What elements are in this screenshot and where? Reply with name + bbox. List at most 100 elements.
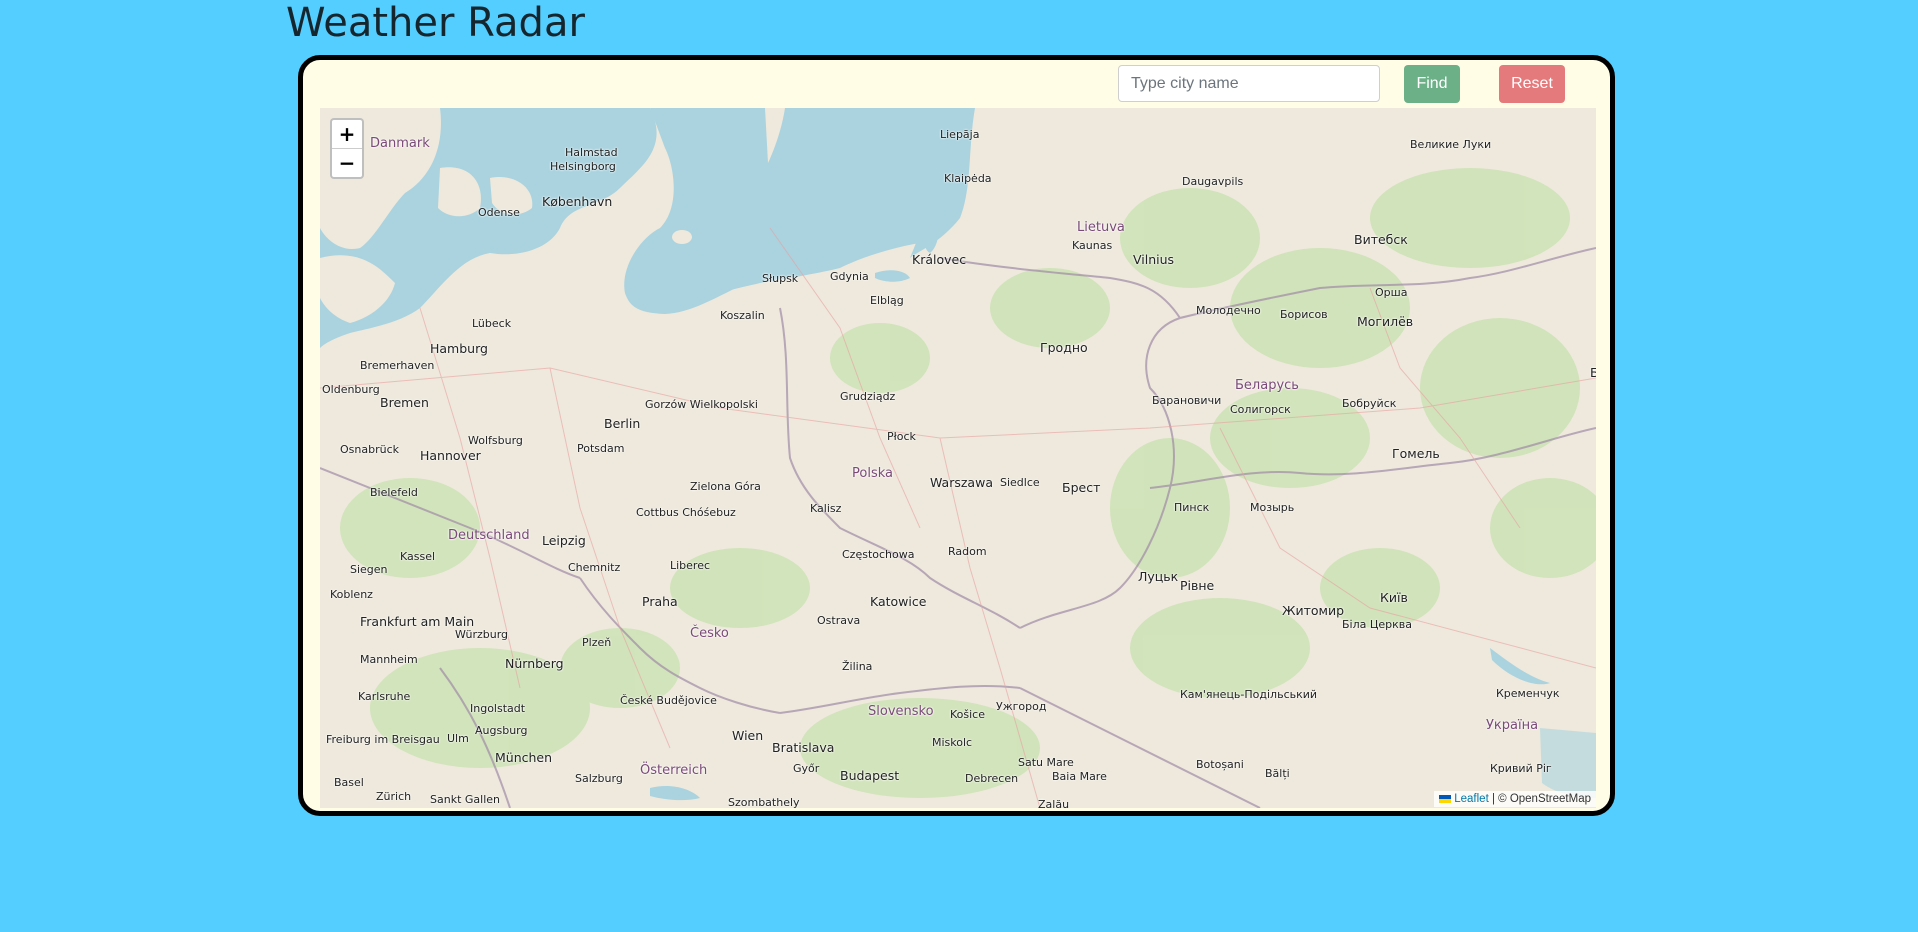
map-label: Mannheim bbox=[360, 653, 418, 666]
map-label: Nürnberg bbox=[505, 656, 564, 671]
map-label: Україна bbox=[1486, 718, 1539, 733]
map-label: Ulm bbox=[447, 732, 469, 745]
map-label: Ужгород bbox=[996, 700, 1047, 713]
map-label: Луцьк bbox=[1138, 569, 1179, 584]
map-label: Пинск bbox=[1174, 501, 1210, 514]
map-label: Koszalin bbox=[720, 309, 765, 322]
map-label: Vilnius bbox=[1133, 252, 1175, 267]
map-label: Koblenz bbox=[330, 588, 373, 601]
map-label: Zürich bbox=[376, 790, 412, 803]
map-label: Freiburg im Breisgau bbox=[326, 733, 440, 746]
map-label: Österreich bbox=[640, 763, 708, 778]
map-label: Hannover bbox=[420, 448, 481, 463]
map-label: Lietuva bbox=[1077, 220, 1125, 235]
map-label: Daugavpils bbox=[1182, 175, 1244, 188]
map-view[interactable]: Danmark Halmstad Helsingborg København Odens… bbox=[320, 108, 1596, 808]
map-label: Frankfurt am Main bbox=[360, 614, 475, 629]
map-label: Osnabrück bbox=[340, 443, 399, 456]
map-label: Київ bbox=[1380, 590, 1408, 605]
map-label: Bremerhaven bbox=[360, 359, 435, 372]
map-label: Královec bbox=[912, 252, 967, 267]
map-label: Zalău bbox=[1038, 798, 1070, 808]
find-button[interactable]: Find bbox=[1404, 65, 1460, 103]
map-label: Siedlce bbox=[1000, 476, 1040, 489]
map-label: Великие Луки bbox=[1410, 138, 1492, 151]
map-label: Grudziądz bbox=[840, 390, 896, 403]
map-label: Chemnitz bbox=[568, 561, 621, 574]
map-label: Warszawa bbox=[930, 475, 993, 490]
map-label: Kalisz bbox=[810, 502, 842, 515]
map-label: Odense bbox=[478, 206, 520, 219]
zoom-control: + − bbox=[330, 118, 364, 179]
map-label: Могилёв bbox=[1357, 314, 1414, 329]
map-label: Plzeň bbox=[582, 636, 612, 649]
map-label: Leipzig bbox=[542, 533, 586, 548]
openstreetmap-link[interactable]: OpenStreetMap bbox=[1510, 793, 1591, 805]
map-label: Halmstad bbox=[565, 146, 618, 159]
map-label: Basel bbox=[334, 776, 364, 789]
map-label: Bratislava bbox=[772, 740, 835, 755]
map-label: Würzburg bbox=[455, 628, 509, 641]
map-label: Гомель bbox=[1392, 446, 1440, 461]
map-attribution: Leaflet | © OpenStreetMap bbox=[1434, 791, 1596, 807]
map-label: Орша bbox=[1375, 286, 1408, 299]
map-label: Cottbus Chóśebuz bbox=[636, 506, 736, 519]
map-label: Витебск bbox=[1354, 232, 1408, 247]
map-label: Bremen bbox=[380, 395, 429, 410]
city-search-input[interactable] bbox=[1118, 65, 1380, 102]
map-label: České Budějovice bbox=[620, 694, 717, 707]
map-label: Кременчук bbox=[1496, 687, 1560, 700]
map-label: Bălți bbox=[1265, 767, 1290, 780]
map-label: Барановичи bbox=[1152, 394, 1222, 407]
map-label: Miskolc bbox=[932, 736, 973, 749]
page-title: Weather Radar bbox=[286, 0, 585, 46]
map-label: Botoșani bbox=[1196, 758, 1244, 771]
map-label: Praha bbox=[642, 594, 678, 609]
map-label: Гродно bbox=[1040, 340, 1088, 355]
map-label: Płock bbox=[887, 430, 916, 443]
map-label: Wolfsburg bbox=[468, 434, 523, 447]
map-label: Рівне bbox=[1180, 578, 1215, 593]
map-label: Augsburg bbox=[475, 724, 528, 737]
map-label: Кривий Ріг bbox=[1490, 762, 1552, 775]
map-label: Baia Mare bbox=[1052, 770, 1107, 783]
map-label: Біла Церква bbox=[1342, 618, 1413, 631]
map-label: Sankt Gallen bbox=[430, 793, 500, 806]
map-label: Salzburg bbox=[575, 772, 623, 785]
map-label: München bbox=[495, 750, 553, 765]
reset-button[interactable]: Reset bbox=[1499, 65, 1565, 103]
map-label: Lübeck bbox=[472, 317, 512, 330]
map-label: Žilina bbox=[842, 660, 873, 673]
map-label: Бобруйск bbox=[1342, 397, 1397, 410]
map-label: Elbląg bbox=[870, 294, 904, 307]
leaflet-link[interactable]: Leaflet bbox=[1454, 793, 1489, 805]
map-label: Liberec bbox=[670, 559, 711, 572]
map-label: Siegen bbox=[350, 563, 388, 576]
map-label: Kassel bbox=[400, 550, 436, 563]
map-label: Солигорск bbox=[1230, 403, 1291, 416]
map-label: Radom bbox=[948, 545, 987, 558]
map-label: Helsingborg bbox=[550, 160, 616, 173]
map-label: Győr bbox=[793, 762, 820, 775]
map-label: Брест bbox=[1062, 480, 1101, 495]
map-label: Danmark bbox=[370, 136, 430, 151]
map-label: Ingolstadt bbox=[470, 702, 526, 715]
map-label: Deutschland bbox=[448, 528, 530, 543]
map-label: Slovensko bbox=[868, 704, 934, 719]
map-label: Szombathely bbox=[728, 796, 800, 808]
map-label: Wien bbox=[732, 728, 764, 743]
map-label: Кам'янець-Подільський bbox=[1180, 688, 1318, 701]
zoom-out-button[interactable]: − bbox=[332, 149, 362, 177]
map-label: Satu Mare bbox=[1018, 756, 1074, 769]
map-label: Košice bbox=[950, 708, 985, 721]
map-label: Kaunas bbox=[1072, 239, 1113, 252]
zoom-in-button[interactable]: + bbox=[332, 120, 362, 149]
map-label: Częstochowa bbox=[842, 548, 915, 561]
map-label: Liepāja bbox=[940, 128, 980, 141]
map-label: Potsdam bbox=[577, 442, 625, 455]
map-label: Słupsk bbox=[762, 272, 799, 285]
map-label: Мозырь bbox=[1250, 501, 1295, 514]
map-label: Bielefeld bbox=[370, 486, 418, 499]
map-label: Ostrava bbox=[817, 614, 861, 627]
map-label: Budapest bbox=[840, 768, 900, 783]
